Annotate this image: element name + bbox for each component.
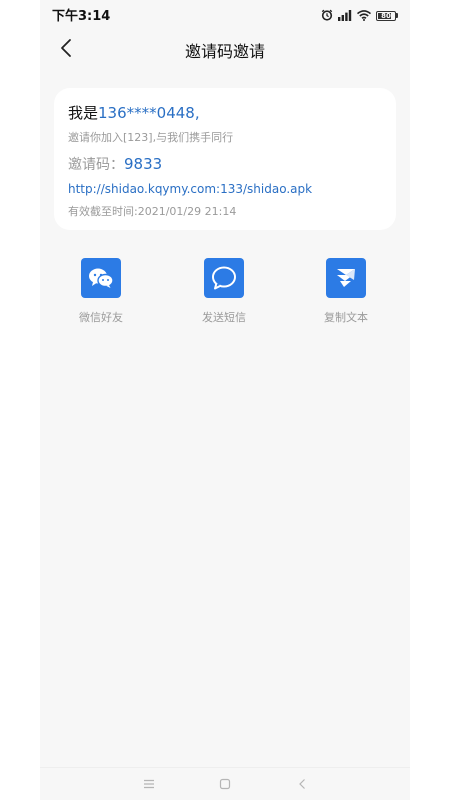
expiry-label: 有效截至时间: bbox=[68, 205, 138, 218]
status-bar: 下午3:14 80 bbox=[40, 0, 410, 26]
system-nav-bar bbox=[40, 767, 410, 800]
header: 邀请码邀请 bbox=[40, 26, 410, 74]
join-text: 邀请你加入[123],与我们携手同行 bbox=[68, 131, 234, 144]
share-label-copy-text: 复制文本 bbox=[324, 311, 368, 324]
page-title: 邀请码邀请 bbox=[184, 42, 265, 61]
expiry-value: 2021/01/29 21:14 bbox=[137, 205, 237, 218]
share-options: 微信好友 发送短信 复制文本 bbox=[40, 258, 410, 338]
intro-line: 我是136****0448, bbox=[68, 102, 382, 124]
share-copy-text-button[interactable]: 复制文本 bbox=[301, 258, 391, 325]
battery-level: 80 bbox=[381, 11, 391, 20]
share-label-wechat: 微信好友 bbox=[79, 311, 123, 324]
battery-tip bbox=[396, 13, 398, 18]
sms-icon bbox=[204, 258, 244, 298]
intro-prefix: 我是 bbox=[68, 104, 99, 122]
phone-number: 136****0448, bbox=[98, 104, 200, 122]
signal-icon bbox=[338, 6, 352, 25]
invite-card: 我是136****0448, 邀请你加入[123],与我们携手同行 邀请码：98… bbox=[54, 88, 396, 230]
home-icon[interactable] bbox=[216, 776, 234, 792]
code-value: 9833 bbox=[124, 155, 163, 173]
back-icon[interactable] bbox=[293, 776, 311, 792]
battery-body: 80 bbox=[376, 10, 396, 21]
status-time: 下午3:14 bbox=[52, 9, 111, 24]
wechat-icon bbox=[81, 258, 121, 298]
copy-text-icon bbox=[326, 258, 366, 298]
battery-icon: 80 bbox=[376, 10, 398, 21]
share-label-sms: 发送短信 bbox=[202, 311, 246, 324]
status-icons: 80 bbox=[321, 6, 398, 25]
share-sms-button[interactable]: 发送短信 bbox=[179, 258, 269, 325]
wifi-icon bbox=[356, 6, 372, 25]
expiry-line: 有效截至时间:2021/01/29 21:14 bbox=[68, 204, 382, 220]
menu-icon[interactable] bbox=[140, 776, 158, 792]
download-link[interactable]: http://shidao.kqymy.com:133/shidao.apk bbox=[68, 180, 382, 198]
share-wechat-button[interactable]: 微信好友 bbox=[56, 258, 146, 325]
code-label: 邀请码： bbox=[68, 157, 124, 173]
code-line: 邀请码：9833 bbox=[68, 154, 382, 174]
alarm-icon bbox=[321, 6, 333, 25]
phone-screen: 下午3:14 80 邀请码邀请 我是136****0448, 邀请你加入[123… bbox=[40, 0, 410, 800]
